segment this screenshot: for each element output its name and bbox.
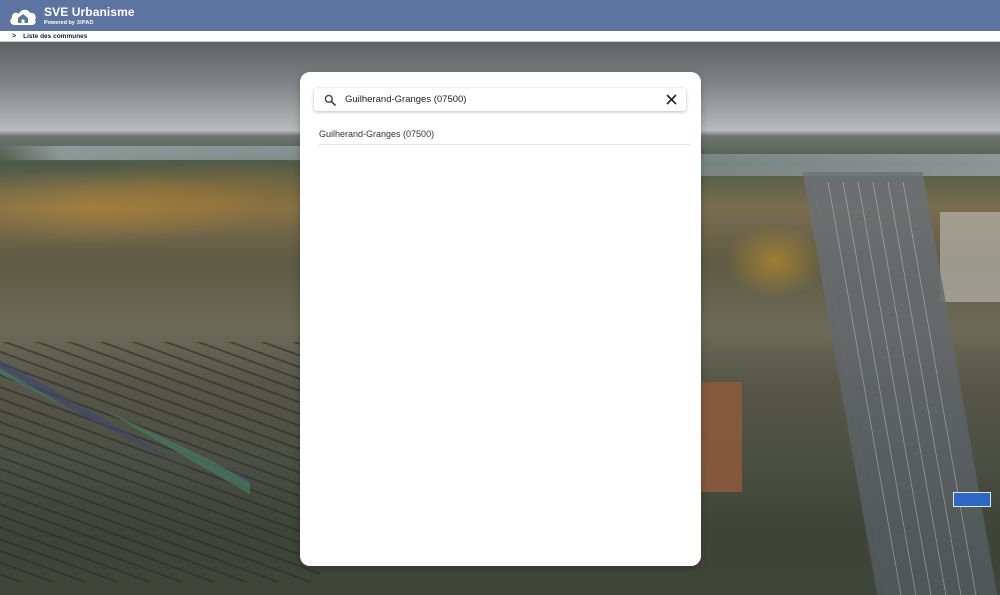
cloud-house-icon[interactable] (8, 4, 38, 28)
powered-by-label: Powered by (44, 19, 75, 26)
search-icon (324, 94, 336, 106)
bg-railway (0, 342, 320, 582)
commune-search-dialog: Guilherand-Granges (07500) (300, 72, 701, 566)
search-result-label: Guilherand-Granges (07500) (319, 129, 435, 139)
search-result-item[interactable]: Guilherand-Granges (07500) (319, 124, 690, 145)
close-icon[interactable] (666, 94, 677, 105)
bg-trees-left (0, 162, 300, 252)
commune-search-input[interactable] (345, 91, 655, 108)
search-box (314, 88, 686, 111)
brand: SVE Urbanisme Powered by 3IPAD (44, 5, 135, 27)
chevron-right-icon: > (12, 32, 17, 40)
bg-buildings (940, 212, 1000, 302)
powered-by: Powered by 3IPAD (44, 19, 135, 27)
powered-by-brand: 3IPAD (76, 19, 94, 26)
bg-road-sign (953, 492, 991, 507)
bg-building (700, 382, 742, 492)
breadcrumb-communes-link[interactable]: Liste des communes (23, 33, 87, 40)
app-title: SVE Urbanisme (44, 4, 135, 19)
breadcrumb: > Liste des communes (0, 31, 1000, 42)
bg-river-left (0, 146, 300, 160)
search-results-list: Guilherand-Granges (07500) (319, 124, 690, 145)
top-bar: SVE Urbanisme Powered by 3IPAD (0, 0, 1000, 31)
